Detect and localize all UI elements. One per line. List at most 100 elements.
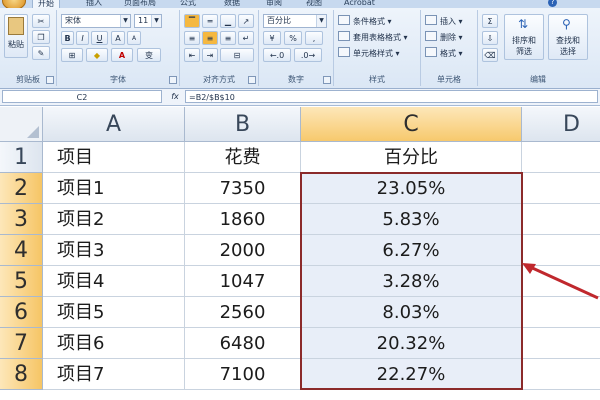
fx-icon[interactable]: fx (168, 90, 182, 103)
select-all-corner[interactable] (0, 107, 43, 142)
cell-a2[interactable]: 项目1 (43, 173, 185, 204)
cell-d4[interactable] (522, 235, 600, 266)
underline-button[interactable]: U (91, 31, 108, 45)
grow-font-button[interactable]: A (111, 31, 125, 45)
column-header-b[interactable]: B (185, 107, 301, 142)
clipboard-launcher[interactable] (46, 76, 54, 84)
decrease-indent-button[interactable]: ⇤ (184, 48, 200, 62)
orientation-button[interactable]: ↗ (238, 14, 254, 28)
number-format-select[interactable]: 百分比 ▼ (263, 14, 327, 28)
name-box[interactable]: C2 (2, 90, 162, 103)
increase-indent-button[interactable]: ⇥ (202, 48, 218, 62)
cell-c3[interactable]: 5.83% (301, 204, 522, 235)
formula-input[interactable]: =B2/$B$10 (185, 90, 598, 103)
align-center-button[interactable]: ≡ (202, 31, 218, 45)
align-middle-button[interactable]: ═ (202, 14, 218, 28)
tab-page-layout[interactable]: 页面布局 (124, 0, 156, 8)
merge-center-button[interactable]: ⊟ (220, 48, 254, 62)
format-painter-button[interactable]: ✎ (32, 46, 50, 60)
row-header-7[interactable]: 7 (0, 328, 43, 359)
cell-d5[interactable] (522, 266, 600, 297)
column-header-d[interactable]: D (522, 107, 600, 142)
comma-style-button[interactable]: , (305, 31, 323, 45)
number-launcher[interactable] (323, 76, 331, 84)
tab-review[interactable]: 审阅 (266, 0, 282, 8)
align-bottom-button[interactable]: ▁ (220, 14, 236, 28)
align-left-button[interactable]: ≡ (184, 31, 200, 45)
cell-a4[interactable]: 项目3 (43, 235, 185, 266)
tab-data[interactable]: 数据 (224, 0, 240, 8)
percent-style-button[interactable]: % (284, 31, 302, 45)
cell-b2[interactable]: 7350 (185, 173, 301, 204)
row-header-5[interactable]: 5 (0, 266, 43, 297)
column-header-a[interactable]: A (43, 107, 185, 142)
row-header-6[interactable]: 6 (0, 297, 43, 328)
help-icon[interactable]: ? (548, 0, 557, 7)
accounting-format-button[interactable]: ¥ (263, 31, 281, 45)
wrap-text-button[interactable]: ↵ (238, 31, 254, 45)
tab-home[interactable]: 开始 (32, 0, 60, 8)
alignment-launcher[interactable] (248, 76, 256, 84)
align-top-button[interactable]: ▔ (184, 14, 200, 28)
tab-formulas[interactable]: 公式 (180, 0, 196, 8)
align-right-button[interactable]: ≡ (220, 31, 236, 45)
copy-button[interactable]: ❐ (32, 30, 50, 44)
increase-decimal-button[interactable]: ←.0 (263, 48, 291, 62)
italic-button[interactable]: I (76, 31, 89, 45)
cell-c8[interactable]: 22.27% (301, 359, 522, 390)
cut-button[interactable]: ✂ (32, 14, 50, 28)
cell-a7[interactable]: 项目6 (43, 328, 185, 359)
autosum-button[interactable]: Σ (482, 14, 498, 28)
shrink-font-button[interactable]: A (127, 31, 141, 45)
row-header-2[interactable]: 2 (0, 173, 43, 204)
cell-d3[interactable] (522, 204, 600, 235)
fill-button[interactable]: ⇩ (482, 31, 498, 45)
format-as-table-button[interactable]: 套用表格格式 ▾ (338, 31, 408, 43)
cell-d8[interactable] (522, 359, 600, 390)
cell-d2[interactable] (522, 173, 600, 204)
cell-b1[interactable]: 花费 (185, 142, 301, 173)
insert-cells-button[interactable]: 插入 ▾ (425, 15, 463, 27)
delete-cells-button[interactable]: 删除 ▾ (425, 31, 463, 43)
format-cells-button[interactable]: 格式 ▾ (425, 47, 463, 59)
cell-b4[interactable]: 2000 (185, 235, 301, 266)
cell-a6[interactable]: 项目5 (43, 297, 185, 328)
cell-c5[interactable]: 3.28% (301, 266, 522, 297)
font-color-button[interactable]: A (111, 48, 133, 62)
cell-a3[interactable]: 项目2 (43, 204, 185, 235)
cell-d6[interactable] (522, 297, 600, 328)
cell-a5[interactable]: 项目4 (43, 266, 185, 297)
cell-c1[interactable]: 百分比 (301, 142, 522, 173)
cell-styles-button[interactable]: 单元格样式 ▾ (338, 47, 400, 59)
cell-a1[interactable]: 项目 (43, 142, 185, 173)
conditional-formatting-button[interactable]: 条件格式 ▾ (338, 15, 392, 27)
column-header-c[interactable]: C (301, 107, 522, 142)
borders-button[interactable]: ⊞ (61, 48, 83, 62)
cell-d1[interactable] (522, 142, 600, 173)
office-button[interactable] (2, 0, 26, 8)
cell-b3[interactable]: 1860 (185, 204, 301, 235)
fill-color-button[interactable]: ◆ (86, 48, 108, 62)
cell-c2[interactable]: 23.05% (301, 173, 522, 204)
row-header-1[interactable]: 1 (0, 142, 43, 173)
row-header-3[interactable]: 3 (0, 204, 43, 235)
font-launcher[interactable] (169, 76, 177, 84)
cell-a8[interactable]: 项目7 (43, 359, 185, 390)
decrease-decimal-button[interactable]: .0→ (294, 48, 322, 62)
cell-b5[interactable]: 1047 (185, 266, 301, 297)
tab-acrobat[interactable]: Acrobat (344, 0, 375, 8)
row-header-4[interactable]: 4 (0, 235, 43, 266)
cell-b8[interactable]: 7100 (185, 359, 301, 390)
tab-view[interactable]: 视图 (306, 0, 322, 8)
cell-c6[interactable]: 8.03% (301, 297, 522, 328)
cell-c4[interactable]: 6.27% (301, 235, 522, 266)
font-size-select[interactable]: 11 ▼ (134, 14, 162, 28)
cell-b7[interactable]: 6480 (185, 328, 301, 359)
clear-button[interactable]: ⌫ (482, 48, 498, 62)
tab-insert[interactable]: 插入 (86, 0, 102, 8)
font-name-select[interactable]: 宋体 ▼ (61, 14, 131, 28)
cell-d7[interactable] (522, 328, 600, 359)
cell-c7[interactable]: 20.32% (301, 328, 522, 359)
bold-button[interactable]: B (61, 31, 74, 45)
phonetic-button[interactable]: 变 (137, 48, 161, 62)
